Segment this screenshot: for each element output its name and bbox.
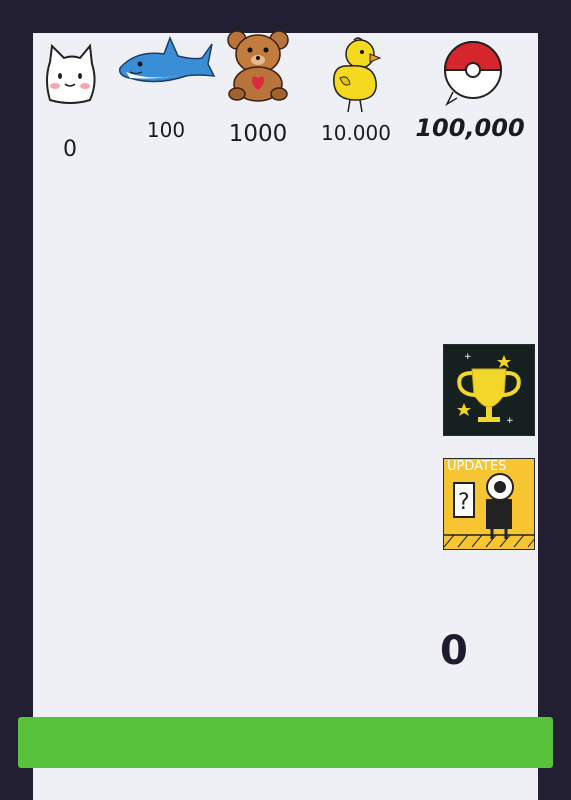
milestone-label-100: 100: [146, 118, 186, 142]
milestone-cat: 0: [20, 0, 120, 162]
milestone-chick: 10.000: [306, 0, 406, 145]
svg-text:+: +: [506, 416, 514, 426]
action-button[interactable]: [18, 717, 553, 768]
svg-text:?: ?: [458, 490, 470, 515]
score-counter: 0: [440, 628, 468, 674]
milestone-teddy: 1000: [208, 0, 308, 147]
milestone-pokeball: 100,000: [415, 0, 525, 142]
cat-icon: [46, 43, 96, 104]
milestone-label-10000: 10.000: [321, 121, 391, 145]
updates-button[interactable]: UPDATES ?: [443, 458, 535, 550]
teddy-bear-icon: [227, 30, 289, 102]
trophy-icon: + +: [457, 352, 521, 426]
milestone-shark: 100: [116, 0, 216, 142]
milestone-label-0: 0: [63, 137, 77, 162]
pokeball-icon: [443, 41, 503, 106]
svg-text:+: +: [464, 352, 472, 362]
milestone-label-1000: 1000: [228, 121, 288, 147]
achievements-button[interactable]: + +: [443, 344, 535, 436]
chick-icon: [333, 37, 382, 113]
updates-art-icon: ?: [444, 473, 534, 548]
milestone-label-100000: 100,000: [415, 114, 525, 142]
shark-icon: [118, 36, 216, 83]
